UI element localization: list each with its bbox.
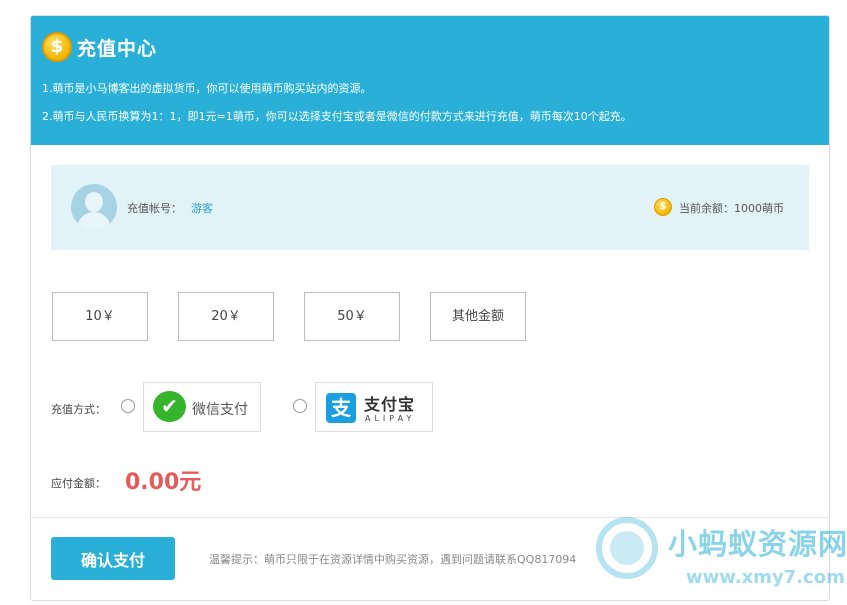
wechat-radio[interactable]: [121, 399, 135, 413]
amount-due-value: 0.00元: [125, 470, 202, 495]
info-note-2: 2.萌币与人民币换算为1：1，即1元=1萌币，你可以选择支付宝或者是微信的付款方…: [42, 110, 632, 123]
wechat-pay-label: 微信支付: [192, 402, 248, 418]
coin-icon: $: [42, 32, 72, 62]
amount-option-50[interactable]: 50￥: [304, 292, 400, 341]
page-title: 充值中心: [77, 38, 158, 60]
tip-text: 温馨提示：萌币只限于在资源详情中购买资源，遇到问题请联系QQ817094: [209, 553, 577, 566]
alipay-label-cn: 支付宝: [364, 395, 416, 414]
account-username-link[interactable]: 游客: [191, 200, 213, 216]
avatar-body: [77, 212, 111, 230]
amount-option-20[interactable]: 20￥: [178, 292, 274, 341]
wechat-icon: ✔: [153, 391, 186, 422]
divider: [31, 517, 829, 518]
recharge-header: $ 充值中心 1.萌币是小马博客出的虚拟货币，你可以使用萌币购买站内的资源。 2…: [31, 16, 829, 145]
info-note-1: 1.萌币是小马博客出的虚拟货币，你可以使用萌币购买站内的资源。: [42, 82, 372, 95]
avatar: [71, 184, 117, 230]
account-bar: 充值帐号： 游客 $ 当前余额：1000萌币: [51, 165, 809, 250]
balance-text: 当前余额：1000萌币: [679, 202, 784, 215]
recharge-panel: $ 充值中心 1.萌币是小马博客出的虚拟货币，你可以使用萌币购买站内的资源。 2…: [30, 15, 830, 601]
alipay-icon: 支: [326, 393, 356, 423]
alipay-option[interactable]: 支 支付宝 ALIPAY: [315, 382, 433, 432]
avatar-head: [85, 192, 103, 212]
coin-icon: $: [654, 198, 672, 216]
confirm-payment-button[interactable]: 确认支付: [51, 537, 175, 580]
wechat-pay-option[interactable]: ✔ 微信支付: [143, 382, 261, 432]
alipay-label-en: ALIPAY: [365, 414, 416, 423]
payment-method-label: 充值方式：: [51, 403, 106, 416]
amount-option-other[interactable]: 其他金额: [430, 292, 526, 341]
amount-due-label: 应付金额：: [51, 477, 106, 490]
account-label: 充值帐号：: [127, 202, 182, 215]
amount-option-10[interactable]: 10￥: [52, 292, 148, 341]
alipay-radio[interactable]: [293, 399, 307, 413]
